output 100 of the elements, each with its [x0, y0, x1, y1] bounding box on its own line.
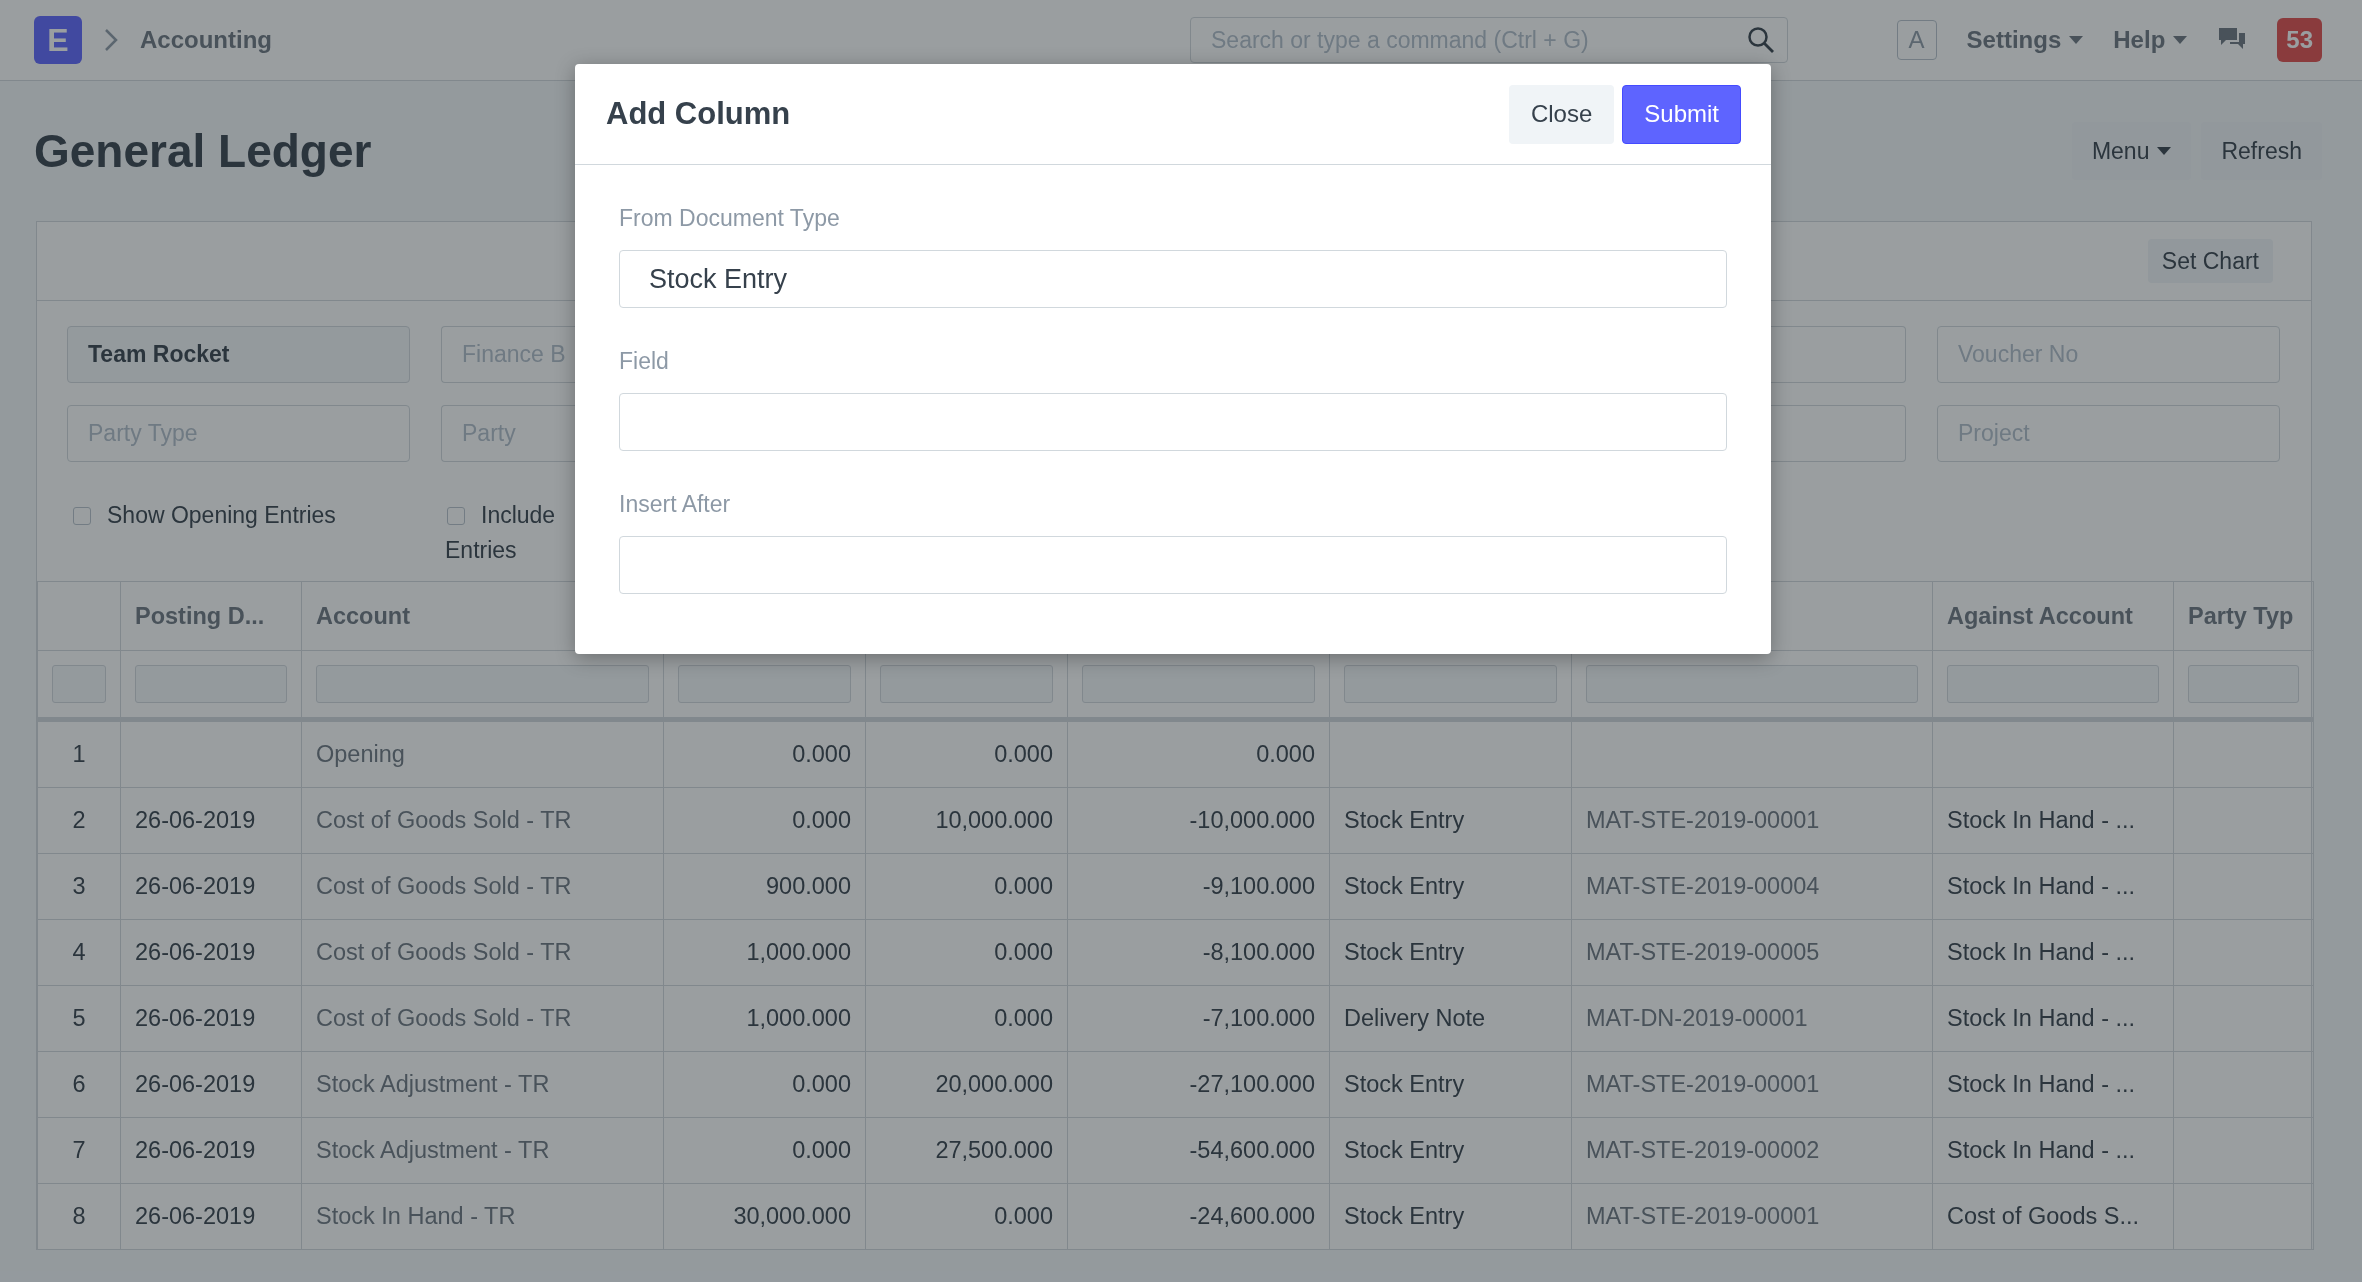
table-cell: MAT-DN-2019-00001	[1571, 985, 1933, 1052]
close-button[interactable]: Close	[1508, 84, 1615, 144]
table-cell: 10,000.000	[865, 787, 1068, 854]
table-cell: 0.000	[663, 719, 866, 788]
table-cell: Delivery Note	[1329, 985, 1572, 1052]
table-cell: Stock Entry	[1329, 919, 1572, 986]
row-number: 4	[37, 919, 121, 986]
table-cell: 0.000	[865, 719, 1068, 788]
table-cell: -9,100.000	[1067, 853, 1330, 920]
table-cell: Stock Entry	[1329, 1183, 1572, 1250]
table-cell: 20,000.000	[865, 1051, 1068, 1118]
column-filter-field[interactable]	[316, 665, 649, 703]
table-cell: Stock Entry	[1329, 1051, 1572, 1118]
app-logo[interactable]: E	[34, 16, 82, 64]
table-cell: 0.000	[865, 853, 1068, 920]
filter-field[interactable]: Team Rocket	[67, 326, 410, 383]
table-cell: MAT-STE-2019-00001	[1571, 1183, 1933, 1250]
column-filter-field[interactable]	[678, 665, 851, 703]
table-cell: Stock In Hand - ...	[1932, 1117, 2174, 1184]
column-filter-field[interactable]	[880, 665, 1053, 703]
table-cell: MAT-STE-2019-00001	[1571, 787, 1933, 854]
table-cell: Stock In Hand - ...	[1932, 787, 2174, 854]
filter-field[interactable]	[1771, 326, 1906, 383]
table-cell: 0.000	[1067, 719, 1330, 788]
checkbox-label: Entries	[445, 537, 518, 564]
table-cell: Stock Entry	[1329, 1117, 1572, 1184]
dropdown-menu[interactable]: Help	[2113, 26, 2188, 54]
set-chart-button[interactable]: Set Chart	[2147, 239, 2273, 283]
column-header[interactable]: Party Typ	[2173, 581, 2314, 651]
checkbox[interactable]	[73, 506, 91, 525]
column-filter-field[interactable]	[1947, 665, 2159, 703]
table-cell: Cost of Goods Sold - TR	[301, 985, 664, 1052]
table-cell: Stock Adjustment - TR	[301, 1117, 664, 1184]
column-header[interactable]: Posting D...	[120, 581, 302, 651]
user-avatar[interactable]: A	[1896, 20, 1937, 60]
input-field[interactable]: Stock Entry	[619, 250, 1727, 308]
row-number: 7	[37, 1117, 121, 1184]
checkbox-label: Show Opening Entries	[107, 502, 336, 529]
field-label: Field	[619, 348, 670, 375]
table-cell: 0.000	[865, 1183, 1068, 1250]
table-cell: 0.000	[865, 985, 1068, 1052]
column-filter-field[interactable]	[52, 665, 106, 703]
table-cell: -10,000.000	[1067, 787, 1330, 854]
row-number: 1	[37, 719, 121, 788]
table-cell: MAT-STE-2019-00002	[1571, 1117, 1933, 1184]
table-cell: 27,500.000	[865, 1117, 1068, 1184]
table-cell: -24,600.000	[1067, 1183, 1330, 1250]
row-number: 3	[37, 853, 121, 920]
table-cell: 0.000	[865, 919, 1068, 986]
table-cell: Cost of Goods Sold - TR	[301, 787, 664, 854]
table-cell: 0.000	[663, 1117, 866, 1184]
table-cell: Cost of Goods S...	[1932, 1183, 2174, 1250]
search-icon	[1747, 26, 1775, 54]
table-cell: 1,000.000	[663, 919, 866, 986]
table-cell: -27,100.000	[1067, 1051, 1330, 1118]
caret-icon	[2069, 36, 2084, 44]
column-filter-field[interactable]	[1082, 665, 1315, 703]
table-cell: MAT-STE-2019-00005	[1571, 919, 1933, 986]
filter-field[interactable]	[1771, 405, 1906, 462]
checkbox-label: Include	[481, 502, 556, 529]
table-cell: Stock In Hand - TR	[301, 1183, 664, 1250]
submit-button[interactable]: Submit	[1622, 84, 1741, 144]
field-label: From Document Type	[619, 205, 841, 232]
column-filter-field[interactable]	[135, 665, 287, 703]
table-cell: 0.000	[663, 787, 866, 854]
table-cell: MAT-STE-2019-00004	[1571, 853, 1933, 920]
table-cell: Stock Entry	[1329, 853, 1572, 920]
dropdown-menu[interactable]: Settings	[1966, 26, 2084, 54]
table-cell: 0.000	[663, 1051, 866, 1118]
table-cell: 1,000.000	[663, 985, 866, 1052]
column-filter-field[interactable]	[2188, 665, 2299, 703]
table-cell: -54,600.000	[1067, 1117, 1330, 1184]
table-cell: 26-06-2019	[120, 1117, 302, 1184]
table-cell: Opening	[301, 719, 664, 788]
table-cell: 26-06-2019	[120, 787, 302, 854]
table-cell: 26-06-2019	[120, 1183, 302, 1250]
table-cell: 26-06-2019	[120, 919, 302, 986]
field-label: Insert After	[619, 491, 732, 518]
row-number: 8	[37, 1183, 121, 1250]
table-cell: -8,100.000	[1067, 919, 1330, 986]
table-cell: Stock In Hand - ...	[1932, 1051, 2174, 1118]
table-cell: Stock In Hand - ...	[1932, 919, 2174, 986]
table-cell: MAT-STE-2019-00001	[1571, 1051, 1933, 1118]
caret-icon	[2173, 36, 2188, 44]
column-filter-field[interactable]	[1586, 665, 1918, 703]
table-cell: Stock Adjustment - TR	[301, 1051, 664, 1118]
input-field[interactable]	[619, 536, 1727, 594]
table-cell: 26-06-2019	[120, 1051, 302, 1118]
input-field[interactable]	[619, 393, 1727, 451]
table-cell: Cost of Goods Sold - TR	[301, 919, 664, 986]
column-header[interactable]: Against Account	[1932, 581, 2174, 651]
row-number: 2	[37, 787, 121, 854]
page-title: General Ledger	[34, 124, 373, 178]
notification-badge[interactable]: 53	[2277, 18, 2322, 62]
table-cell: 26-06-2019	[120, 985, 302, 1052]
table-cell: Cost of Goods Sold - TR	[301, 853, 664, 920]
checkbox[interactable]	[447, 506, 465, 525]
column-filter-field[interactable]	[1344, 665, 1557, 703]
breadcrumb-link[interactable]: Accounting	[140, 26, 272, 54]
chevron-icon	[104, 28, 118, 52]
